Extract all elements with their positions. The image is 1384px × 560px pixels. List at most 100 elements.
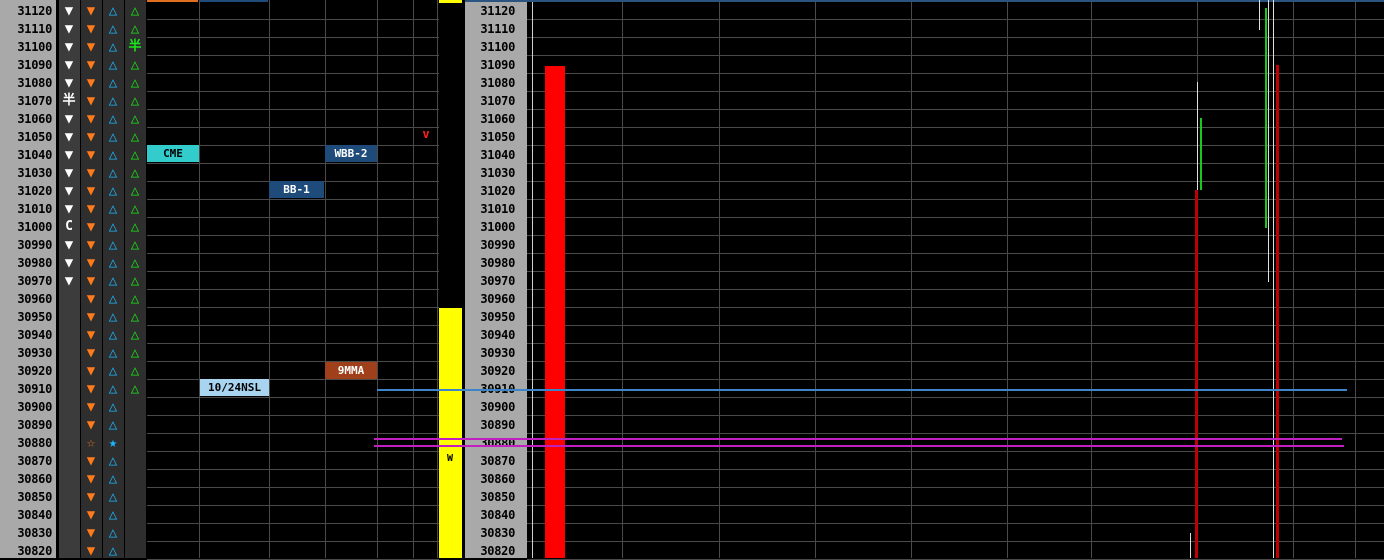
signal-col1-mark: 半 — [62, 93, 76, 108]
price-label-right: 31080 — [480, 76, 515, 90]
cme-label: CME — [147, 145, 199, 162]
signal-col1-mark: ▼ — [64, 39, 74, 55]
signal-col2-mark: ▼ — [86, 219, 96, 235]
signal-col1-mark: ▼ — [64, 111, 74, 127]
grid-row-line — [147, 541, 439, 542]
signal-col4-mark: △ — [130, 111, 140, 127]
grid-row-line — [147, 397, 439, 398]
signal-col1-mark: ▼ — [64, 75, 74, 91]
grid-row-line — [147, 19, 439, 20]
signal-col2-mark: ▼ — [86, 3, 96, 19]
price-label-left: 30880 — [17, 436, 52, 450]
signal-col1-mark: ▼ — [64, 201, 74, 217]
signal-col2-mark: ▼ — [86, 273, 96, 289]
grid-row-line — [527, 163, 1384, 164]
signal-col3-mark: △ — [108, 129, 118, 145]
grid-row-line — [527, 397, 1384, 398]
down-arrow-marker: v — [422, 127, 430, 141]
grid-col-line — [815, 0, 816, 558]
price-label-right: 30930 — [480, 346, 515, 360]
price-label-right: 31060 — [480, 112, 515, 126]
signal-col3-mark: △ — [108, 219, 118, 235]
magenta-line-2 — [374, 445, 1344, 447]
grid-col-line — [719, 0, 720, 558]
signal-col2-mark: ▼ — [86, 21, 96, 37]
price-label-right: 31010 — [480, 202, 515, 216]
signal-col4-mark: △ — [130, 3, 140, 19]
price-label-left: 30990 — [17, 238, 52, 252]
signal-col3-mark: △ — [108, 309, 118, 325]
grid-col-line — [377, 0, 378, 558]
price-label-left: 30850 — [17, 490, 52, 504]
signal-col2-mark: ▼ — [86, 543, 96, 559]
grid-row-line — [147, 199, 439, 200]
price-label-left: 31020 — [17, 184, 52, 198]
grid-row-line — [147, 271, 439, 272]
price-label-right: 31100 — [480, 40, 515, 54]
grid-row-line — [527, 235, 1384, 236]
grid-col-line — [911, 0, 912, 558]
price-label-left: 30920 — [17, 364, 52, 378]
red-volume-bar — [545, 66, 565, 558]
signal-col1-mark: ▼ — [64, 183, 74, 199]
grid-row-line — [527, 325, 1384, 326]
price-label-left: 30950 — [17, 310, 52, 324]
signal-col4-mark: △ — [130, 57, 140, 73]
candle-4-wick — [1190, 533, 1191, 558]
grid-col-line — [1293, 0, 1294, 558]
price-label-left: 30860 — [17, 472, 52, 486]
signal-col3-mark: △ — [108, 165, 118, 181]
price-label-left: 30940 — [17, 328, 52, 342]
price-label-left: 30970 — [17, 274, 52, 288]
wbb2-label: WBB-2 — [325, 145, 377, 162]
signal-col4-mark: △ — [130, 363, 140, 379]
signal-col2-mark: ▼ — [86, 165, 96, 181]
chart-left-border — [532, 0, 533, 558]
price-label-left: 31100 — [17, 40, 52, 54]
grid-row-line — [147, 307, 439, 308]
grid-row-line — [527, 451, 1384, 452]
signal-col2-mark: ▼ — [86, 417, 96, 433]
price-label-left: 30830 — [17, 526, 52, 540]
signal-col3-mark: △ — [108, 525, 118, 541]
signal-col4-mark: △ — [130, 381, 140, 397]
grid-col-line — [1355, 0, 1356, 558]
signal-col4-mark: △ — [130, 309, 140, 325]
signal-col4-mark: △ — [130, 183, 140, 199]
price-label-left: 30960 — [17, 292, 52, 306]
top-marker-orange — [147, 0, 198, 2]
price-label-left: 30930 — [17, 346, 52, 360]
grid-row-line — [527, 379, 1384, 380]
signal-col3-mark: △ — [108, 75, 118, 91]
signal-col3-mark: △ — [108, 183, 118, 199]
grid-row-line — [147, 361, 439, 362]
price-label-right: 30840 — [480, 508, 515, 522]
signal-col3-mark: △ — [108, 39, 118, 55]
candle-3-body-red — [1276, 65, 1279, 558]
signal-col1-mark: ▼ — [64, 129, 74, 145]
signal-col2-mark: ▼ — [86, 255, 96, 271]
signal-col3-mark: △ — [108, 21, 118, 37]
signal-col2-mark: ▼ — [86, 147, 96, 163]
candle-2-wick — [1268, 0, 1269, 282]
signal-col4-mark: △ — [130, 237, 140, 253]
signal-col3-mark: △ — [108, 93, 118, 109]
bb1-label: BB-1 — [269, 181, 324, 198]
grid-row-line — [147, 73, 439, 74]
grid-row-line — [147, 523, 439, 524]
signal-col3-mark: △ — [108, 363, 118, 379]
price-label-left: 30890 — [17, 418, 52, 432]
price-label-left: 31060 — [17, 112, 52, 126]
grid-row-line — [527, 55, 1384, 56]
price-label-right: 31120 — [480, 4, 515, 18]
signal-col2-mark: ▼ — [86, 471, 96, 487]
grid-row-line — [147, 325, 439, 326]
price-label-right: 30940 — [480, 328, 515, 342]
signal-col3-mark: △ — [108, 381, 118, 397]
chart-top-border — [465, 0, 1384, 2]
signal-col4-mark: △ — [130, 219, 140, 235]
w-marker: W — [446, 453, 454, 464]
signal-col3-mark: △ — [108, 453, 118, 469]
signal-col2-mark: ▼ — [86, 399, 96, 415]
grid-row-line — [147, 379, 439, 380]
